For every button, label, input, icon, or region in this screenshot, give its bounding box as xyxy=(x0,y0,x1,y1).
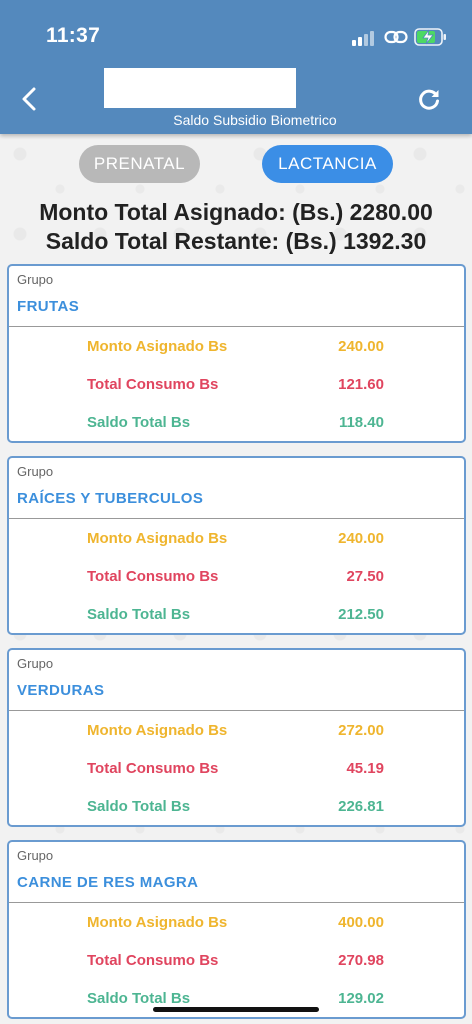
row-label: Monto Asignado Bs xyxy=(87,530,228,547)
app-header: 11:37 Saldo Subsidio Biometrico xyxy=(0,0,472,134)
row-label: Saldo Total Bs xyxy=(87,798,191,815)
total-remaining: Saldo Total Restante: (Bs.) 1392.30 xyxy=(45,228,427,254)
row-label: Saldo Total Bs xyxy=(87,990,191,1007)
group-label: Grupo xyxy=(17,464,54,479)
row-total-consumo: Total Consumo Bs 45.19 xyxy=(9,760,464,780)
home-indicator[interactable] xyxy=(153,1007,319,1012)
group-card-carne: Grupo CARNE DE RES MAGRA Monto Asignado … xyxy=(7,840,466,1019)
title-placeholder-box xyxy=(104,68,296,108)
group-card-list: Grupo FRUTAS Monto Asignado Bs 240.00 To… xyxy=(7,264,466,1024)
tab-prenatal[interactable]: PRENATAL xyxy=(79,145,200,183)
divider xyxy=(9,326,464,327)
row-label: Total Consumo Bs xyxy=(87,952,219,969)
row-value: 270.98 xyxy=(338,952,384,969)
row-value: 240.00 xyxy=(338,338,384,355)
row-label: Saldo Total Bs xyxy=(87,414,191,431)
back-button[interactable] xyxy=(14,84,44,114)
row-value: 226.81 xyxy=(338,798,384,815)
row-value: 272.00 xyxy=(338,722,384,739)
totals-summary: Monto Total Asignado: (Bs.) 2280.00 Sald… xyxy=(0,198,472,256)
group-label: Grupo xyxy=(17,848,54,863)
group-card-raices: Grupo RAÍCES Y TUBERCULOS Monto Asignado… xyxy=(7,456,466,635)
row-label: Total Consumo Bs xyxy=(87,376,219,393)
row-total-consumo: Total Consumo Bs 27.50 xyxy=(9,568,464,588)
row-value: 400.00 xyxy=(338,914,384,931)
row-monto-asignado: Monto Asignado Bs 240.00 xyxy=(9,530,464,550)
row-value: 121.60 xyxy=(338,376,384,393)
row-label: Monto Asignado Bs xyxy=(87,338,228,355)
tab-bar: PRENATAL LACTANCIA xyxy=(0,145,472,185)
refresh-icon xyxy=(419,89,439,110)
group-label: Grupo xyxy=(17,656,54,671)
row-value: 118.40 xyxy=(338,414,384,431)
group-title: FRUTAS xyxy=(17,298,80,315)
row-label: Total Consumo Bs xyxy=(87,760,219,777)
row-label: Monto Asignado Bs xyxy=(87,722,228,739)
signal-icon xyxy=(352,30,376,46)
total-assigned: Monto Total Asignado: (Bs.) 2280.00 xyxy=(39,199,433,225)
battery-charging-icon xyxy=(414,27,448,47)
status-time: 11:37 xyxy=(46,24,101,47)
row-total-consumo: Total Consumo Bs 270.98 xyxy=(9,952,464,972)
row-saldo-total: Saldo Total Bs 212.50 xyxy=(9,606,464,626)
divider xyxy=(9,710,464,711)
row-value: 129.02 xyxy=(338,990,384,1007)
row-label: Saldo Total Bs xyxy=(87,606,191,623)
refresh-button[interactable] xyxy=(414,84,444,114)
row-value: 27.50 xyxy=(346,568,384,585)
row-total-consumo: Total Consumo Bs 121.60 xyxy=(9,376,464,396)
row-value: 212.50 xyxy=(338,606,384,623)
row-saldo-total: Saldo Total Bs 226.81 xyxy=(9,798,464,818)
row-monto-asignado: Monto Asignado Bs 272.00 xyxy=(9,722,464,742)
group-title: VERDURAS xyxy=(17,682,105,699)
row-saldo-total: Saldo Total Bs 118.40 xyxy=(9,414,464,434)
row-monto-asignado: Monto Asignado Bs 400.00 xyxy=(9,914,464,934)
tab-lactancia[interactable]: LACTANCIA xyxy=(262,145,393,183)
row-label: Monto Asignado Bs xyxy=(87,914,228,931)
row-monto-asignado: Monto Asignado Bs 240.00 xyxy=(9,338,464,358)
group-title: RAÍCES Y TUBERCULOS xyxy=(17,490,204,507)
group-card-frutas: Grupo FRUTAS Monto Asignado Bs 240.00 To… xyxy=(7,264,466,443)
link-icon xyxy=(384,28,408,46)
header-subtitle: Saldo Subsidio Biometrico xyxy=(173,112,337,128)
group-label: Grupo xyxy=(17,272,54,287)
chevron-left-icon xyxy=(22,87,36,111)
group-card-verduras: Grupo VERDURAS Monto Asignado Bs 272.00 … xyxy=(7,648,466,827)
divider xyxy=(9,902,464,903)
row-value: 240.00 xyxy=(338,530,384,547)
divider xyxy=(9,518,464,519)
row-label: Total Consumo Bs xyxy=(87,568,219,585)
group-title: CARNE DE RES MAGRA xyxy=(17,874,199,891)
row-value: 45.19 xyxy=(346,760,384,777)
